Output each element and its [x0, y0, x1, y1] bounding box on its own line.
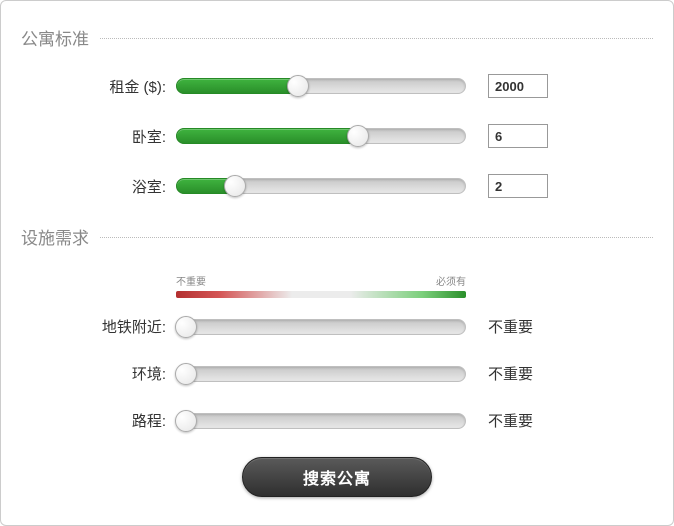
commute-value: 不重要: [488, 410, 568, 431]
baths-slider[interactable]: [176, 178, 466, 194]
baths-slider-thumb[interactable]: [224, 175, 246, 197]
bedrooms-label: 卧室:: [21, 126, 176, 147]
divider-line: [21, 237, 653, 238]
rent-label: 租金 ($):: [21, 76, 176, 97]
env-slider[interactable]: [176, 366, 466, 382]
rent-slider-thumb[interactable]: [287, 75, 309, 97]
amenities-section: 设施需求 不重要 必须有 地铁附近: 不重要 环境: 不重: [21, 224, 653, 431]
subway-label: 地铁附近:: [21, 316, 176, 337]
baths-input[interactable]: 2: [488, 174, 548, 198]
scale-left-label: 不重要: [176, 273, 206, 288]
env-row: 环境: 不重要: [21, 363, 653, 384]
rent-slider-fill: [176, 78, 297, 94]
standards-heading: 公寓标准: [21, 25, 653, 50]
search-button-label: 搜索公寓: [303, 465, 371, 489]
bedrooms-slider[interactable]: [176, 128, 466, 144]
amenities-title: 设施需求: [21, 224, 99, 249]
env-slider-thumb[interactable]: [175, 363, 197, 385]
scale-right-label: 必须有: [436, 273, 466, 288]
amenities-heading: 设施需求: [21, 224, 653, 249]
commute-slider-thumb[interactable]: [175, 410, 197, 432]
bedrooms-slider-fill: [176, 128, 357, 144]
subway-row: 地铁附近: 不重要: [21, 316, 653, 337]
commute-row: 路程: 不重要: [21, 410, 653, 431]
standards-section: 公寓标准 租金 ($): 2000 卧室: 6 浴室: 2: [21, 25, 653, 198]
divider-line: [21, 38, 653, 39]
commute-label: 路程:: [21, 410, 176, 431]
subway-value: 不重要: [488, 316, 568, 337]
env-value: 不重要: [488, 363, 568, 384]
subway-slider[interactable]: [176, 319, 466, 335]
rent-row: 租金 ($): 2000: [21, 74, 653, 98]
bedrooms-slider-thumb[interactable]: [347, 125, 369, 147]
baths-label: 浴室:: [21, 176, 176, 197]
search-panel: 公寓标准 租金 ($): 2000 卧室: 6 浴室: 2: [0, 0, 674, 526]
search-button[interactable]: 搜索公寓: [242, 457, 432, 497]
bedrooms-input[interactable]: 6: [488, 124, 548, 148]
rent-slider[interactable]: [176, 78, 466, 94]
baths-row: 浴室: 2: [21, 174, 653, 198]
button-row: 搜索公寓: [21, 457, 653, 497]
importance-scale-row: 不重要 必须有: [21, 273, 653, 298]
scale-gradient: [176, 291, 466, 298]
bedrooms-row: 卧室: 6: [21, 124, 653, 148]
commute-slider[interactable]: [176, 413, 466, 429]
subway-slider-thumb[interactable]: [175, 316, 197, 338]
rent-input[interactable]: 2000: [488, 74, 548, 98]
env-label: 环境:: [21, 363, 176, 384]
importance-scale: 不重要 必须有: [176, 273, 466, 298]
standards-title: 公寓标准: [21, 25, 99, 50]
